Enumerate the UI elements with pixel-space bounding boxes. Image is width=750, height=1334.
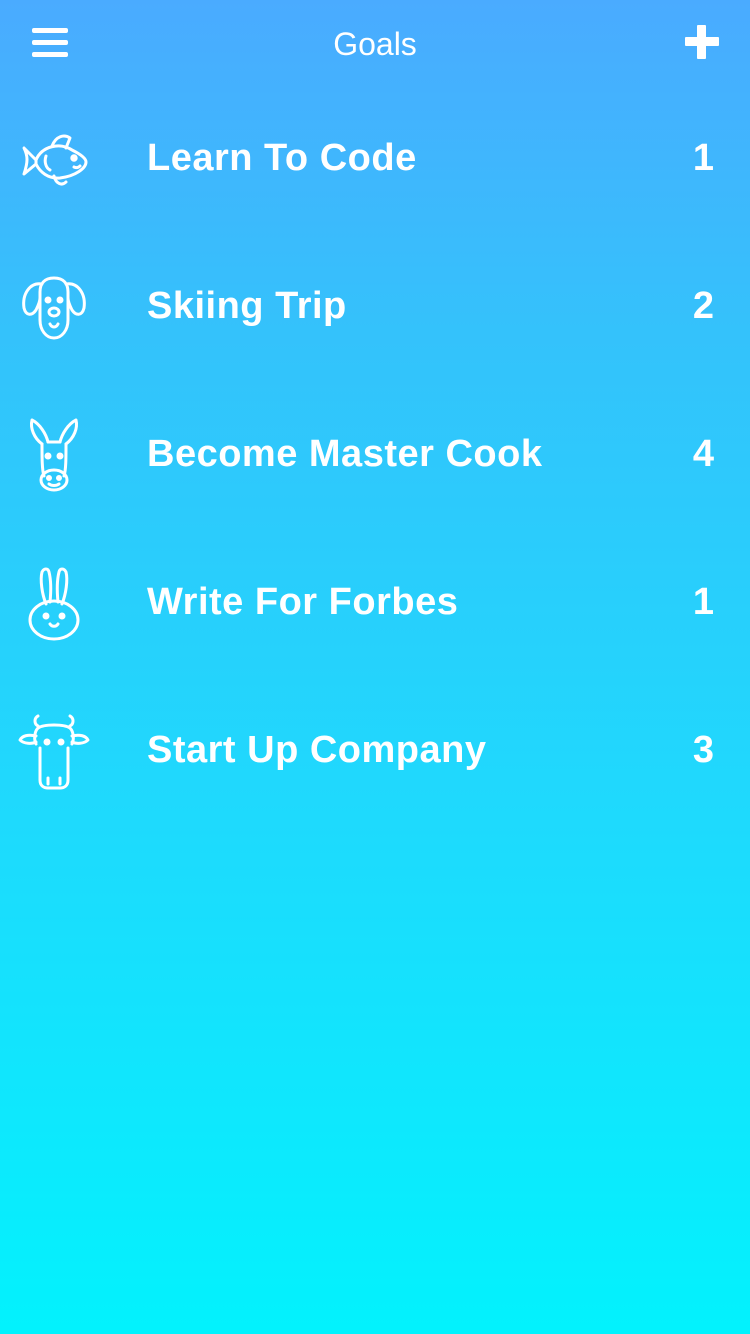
plus-icon-stroke bbox=[697, 25, 706, 59]
fish-icon bbox=[16, 122, 92, 198]
goal-list: Learn To Code 1 Skiing Trip 2 Become Mas… bbox=[0, 84, 750, 824]
menu-button[interactable] bbox=[24, 22, 76, 64]
hamburger-menu-icon-bar bbox=[32, 40, 68, 45]
dog-icon bbox=[16, 270, 92, 346]
goal-row-write-for-forbes[interactable]: Write For Forbes 1 bbox=[0, 528, 750, 676]
goal-count: 4 bbox=[692, 433, 714, 475]
donkey-icon bbox=[16, 418, 92, 494]
goal-row-become-master-cook[interactable]: Become Master Cook 4 bbox=[0, 380, 750, 528]
goal-row-learn-to-code[interactable]: Learn To Code 1 bbox=[0, 84, 750, 232]
goal-count: 1 bbox=[692, 581, 714, 623]
add-goal-button[interactable] bbox=[676, 16, 728, 68]
goal-title: Become Master Cook bbox=[147, 433, 543, 475]
page-title: Goals bbox=[333, 26, 417, 62]
hamburger-menu-icon bbox=[32, 28, 68, 33]
goal-count: 2 bbox=[692, 285, 714, 327]
goal-count: 3 bbox=[692, 729, 714, 771]
goals-screen: Goals Learn To Code 1 Skiing Trip 2 Beco… bbox=[0, 0, 750, 1334]
cow-icon bbox=[16, 714, 92, 790]
goal-title: Write For Forbes bbox=[147, 581, 459, 623]
goal-title: Learn To Code bbox=[147, 137, 417, 179]
goal-title: Skiing Trip bbox=[147, 285, 347, 327]
navigation-bar: Goals bbox=[0, 0, 750, 88]
goal-row-skiing-trip[interactable]: Skiing Trip 2 bbox=[0, 232, 750, 380]
goal-title: Start Up Company bbox=[147, 729, 487, 771]
goal-row-start-up-company[interactable]: Start Up Company 3 bbox=[0, 676, 750, 824]
rabbit-icon bbox=[16, 566, 92, 642]
hamburger-menu-icon-bar bbox=[32, 52, 68, 57]
goal-count: 1 bbox=[692, 137, 714, 179]
